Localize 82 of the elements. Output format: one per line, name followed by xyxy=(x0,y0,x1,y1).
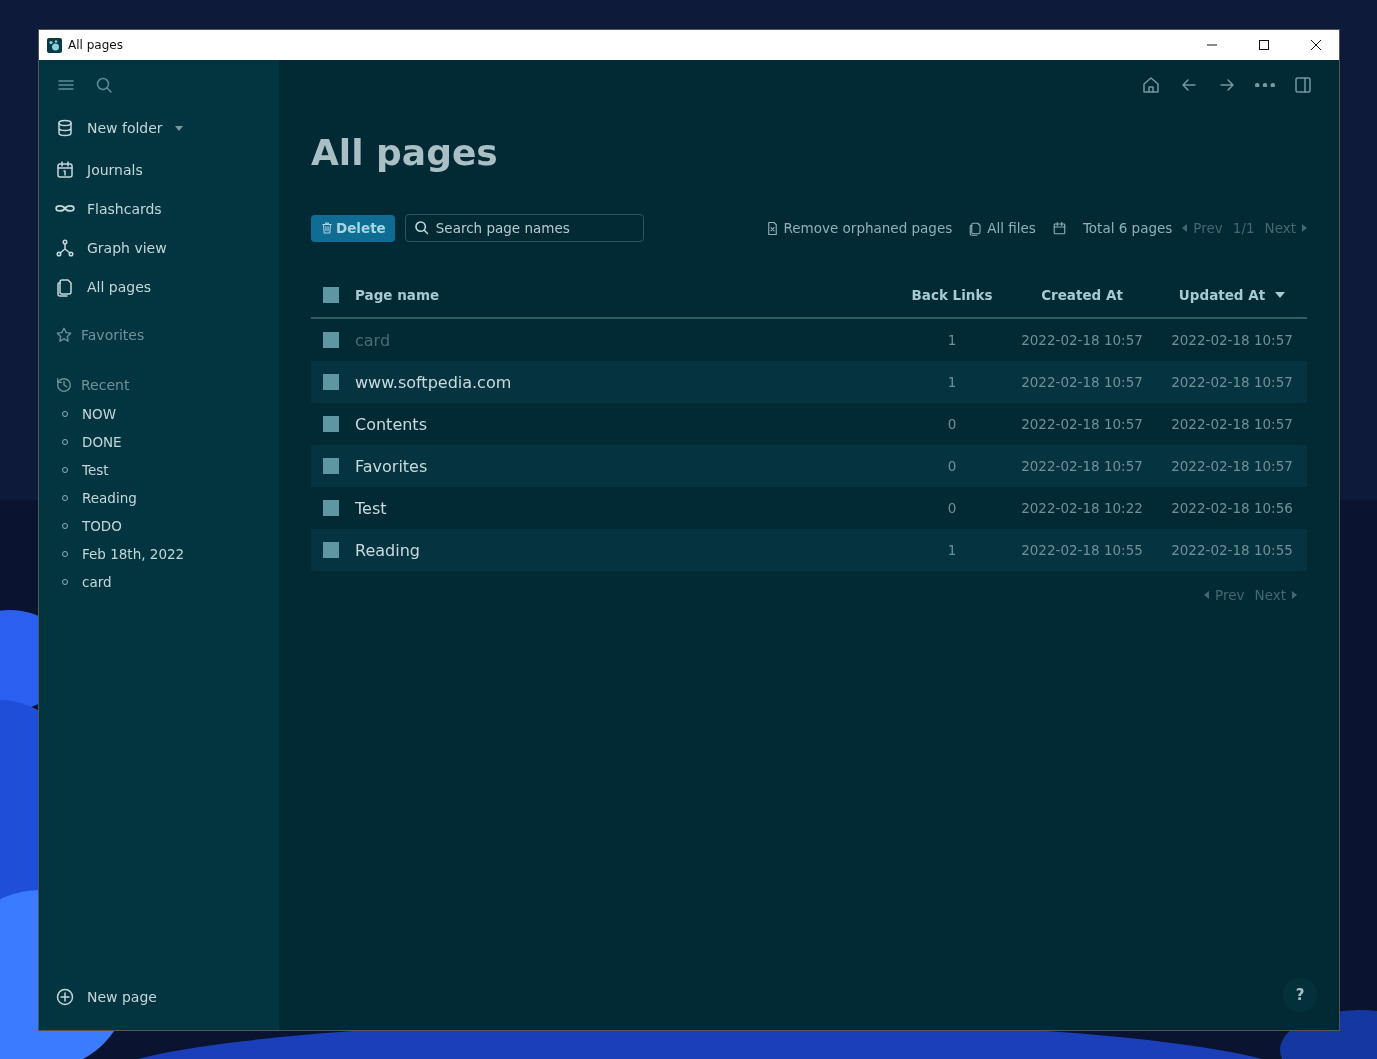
caret-left-icon xyxy=(1204,591,1210,599)
calendar-icon xyxy=(55,159,75,180)
page-name-link[interactable]: www.softpedia.com xyxy=(355,372,897,392)
recent-item[interactable]: DONE xyxy=(82,434,122,450)
help-button[interactable]: ? xyxy=(1283,978,1317,1012)
plus-icon xyxy=(55,986,75,1007)
home-icon xyxy=(1141,75,1161,95)
page-name-link[interactable]: Test xyxy=(355,498,897,518)
database-icon xyxy=(55,118,75,138)
trash-icon xyxy=(320,221,334,235)
table-cell-text: 0 xyxy=(946,500,958,516)
pages-icon xyxy=(55,276,75,297)
caret-icon xyxy=(174,125,183,131)
page-title: All pages xyxy=(311,132,499,175)
table-cell-text: 1 xyxy=(946,374,958,390)
nav-item[interactable]: Journals xyxy=(55,150,279,189)
table-cell-text: 2022-02-18 10:22 xyxy=(1020,500,1144,516)
table-cell-text: 2022-02-18 10:57 xyxy=(1170,458,1294,474)
table-cell-text: 2022-02-18 10:57 xyxy=(1170,374,1294,390)
row-checkbox[interactable] xyxy=(323,542,339,558)
table-cell-text: 2022-02-18 10:55 xyxy=(1170,542,1294,558)
page-name-link[interactable]: Contents xyxy=(355,414,897,434)
page-name-link[interactable]: Reading xyxy=(355,540,897,560)
recent-item[interactable]: Feb 18th, 2022 xyxy=(82,546,185,562)
nav-item[interactable]: Graph view xyxy=(55,228,279,267)
table-cell-text: 1 xyxy=(946,542,958,558)
recent-item[interactable]: NOW xyxy=(82,406,117,422)
sort-caret-icon xyxy=(1275,292,1286,298)
caret-left-icon xyxy=(1182,224,1188,232)
infinity-icon xyxy=(55,204,75,213)
table-cell-text: 2022-02-18 10:57 xyxy=(1170,416,1294,432)
workspace-selector[interactable]: New folder xyxy=(55,110,279,146)
search-icon xyxy=(412,219,430,236)
favorites-header[interactable]: Favorites xyxy=(55,320,279,350)
nav-item[interactable]: Flashcards xyxy=(55,189,279,228)
table-cell-text: 2022-02-18 10:55 xyxy=(1020,542,1144,558)
app-logo-icon xyxy=(47,37,62,53)
workspace-name: New folder xyxy=(87,120,163,136)
page-total: Total 6 pages xyxy=(1082,220,1173,236)
calendar-icon xyxy=(1051,220,1067,236)
remove-orphaned-link[interactable]: Remove orphaned pages xyxy=(764,220,953,236)
row-checkbox[interactable] xyxy=(323,332,339,348)
search-field[interactable]: Search page names xyxy=(404,214,644,242)
recent-item[interactable]: card xyxy=(82,574,112,590)
caret-right-icon xyxy=(1292,591,1297,599)
row-checkbox[interactable] xyxy=(323,458,339,474)
row-checkbox[interactable] xyxy=(323,500,339,516)
graph-icon xyxy=(55,237,75,258)
table-cell-text: 2022-02-18 10:57 xyxy=(1020,332,1144,348)
pages-icon xyxy=(968,220,984,236)
table-cell-text: 0 xyxy=(946,458,958,474)
table-cell-text: 2022-02-18 10:57 xyxy=(1170,332,1294,348)
column-header[interactable]: Page name xyxy=(355,287,897,303)
history-icon xyxy=(55,376,73,394)
table-cell-text: 2022-02-18 10:56 xyxy=(1170,500,1294,516)
row-checkbox[interactable] xyxy=(323,416,339,432)
table-cell-text: 2022-02-18 10:57 xyxy=(1020,458,1144,474)
search-icon xyxy=(94,75,114,95)
column-header[interactable]: Created At xyxy=(1007,287,1157,303)
page-indicator: 1/1 xyxy=(1232,220,1255,236)
recent-item[interactable]: TODO xyxy=(82,518,122,534)
star-icon xyxy=(55,326,73,344)
table-cell-text: 0 xyxy=(946,416,958,432)
page-name-link[interactable]: Favorites xyxy=(355,456,897,476)
recent-header[interactable]: Recent xyxy=(55,370,279,400)
new-page-button[interactable]: New page xyxy=(55,977,279,1016)
more-icon xyxy=(1255,82,1275,88)
delete-button[interactable]: Delete xyxy=(311,214,395,242)
row-checkbox[interactable] xyxy=(323,374,339,390)
sidebar-toggle-icon xyxy=(1293,75,1313,95)
column-header[interactable]: Back Links xyxy=(897,287,1007,303)
select-all-checkbox[interactable] xyxy=(323,287,339,303)
recent-item[interactable]: Reading xyxy=(82,490,137,506)
window-title: All pages xyxy=(68,38,123,52)
table-cell-text: 1 xyxy=(946,332,958,348)
caret-right-icon xyxy=(1302,224,1307,232)
nav-item[interactable]: All pages xyxy=(55,267,279,306)
table-cell-text: 2022-02-18 10:57 xyxy=(1020,416,1144,432)
all-files-link[interactable]: All files xyxy=(968,220,1036,236)
recent-item[interactable]: Test xyxy=(82,462,109,478)
table-cell-text: 2022-02-18 10:57 xyxy=(1020,374,1144,390)
column-header[interactable]: Updated At xyxy=(1178,287,1266,303)
